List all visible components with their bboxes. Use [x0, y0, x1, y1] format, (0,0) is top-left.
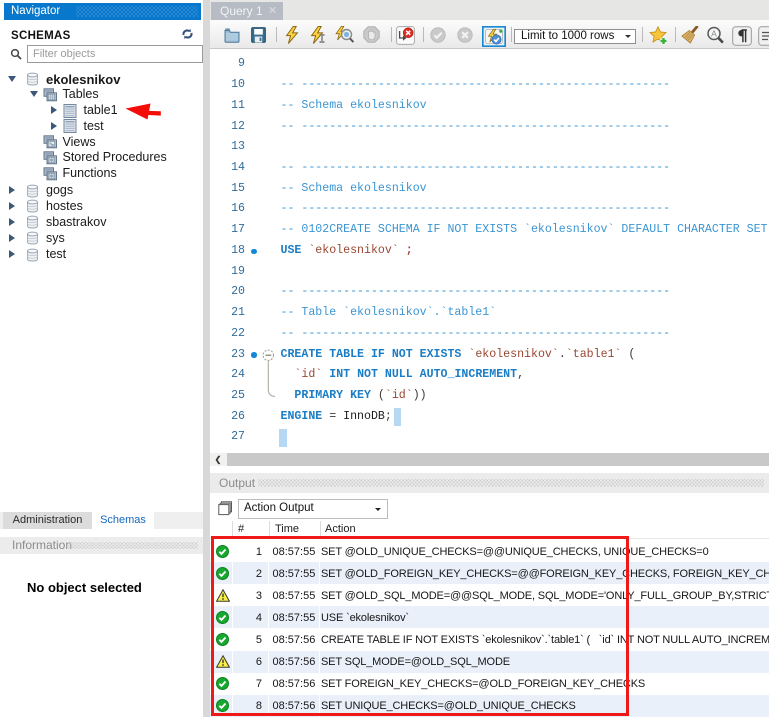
svg-text:A: A [711, 29, 717, 39]
